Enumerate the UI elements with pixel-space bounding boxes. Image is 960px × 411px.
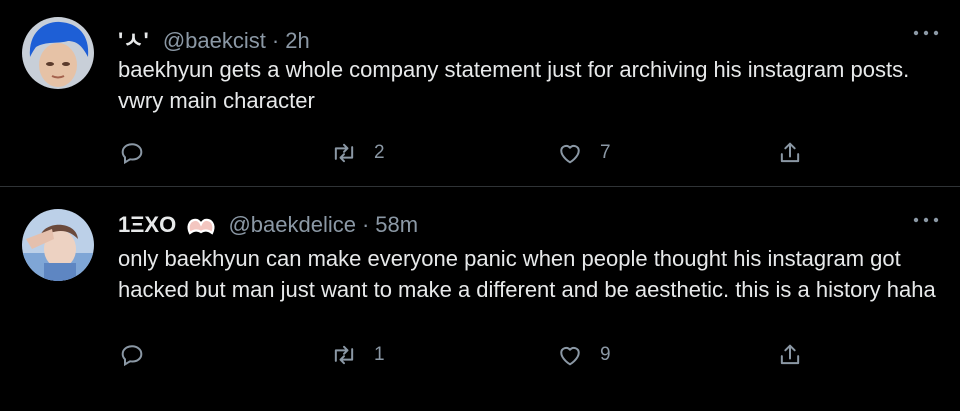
display-name[interactable]: 'ㅅ' [118, 28, 149, 53]
avatar[interactable] [22, 17, 94, 89]
retweet-icon [334, 143, 354, 163]
like-count: 9 [600, 344, 611, 365]
heart-icon [560, 144, 580, 164]
tweet[interactable]: 'ㅅ' @baekcist · 2h baekhyun gets a whole c… [0, 0, 960, 186]
tweet-header: 'ㅅ' @baekcist · 2h [118, 23, 310, 55]
tweet-actions: 1 9 [118, 340, 818, 370]
tweet-actions: 2 7 [118, 138, 818, 168]
heart-icon [560, 346, 580, 366]
handle[interactable]: @baekcist [163, 28, 266, 53]
retweet-button[interactable]: 2 [330, 138, 385, 168]
heart-hands-emoji-icon [187, 218, 215, 235]
like-count: 7 [600, 142, 611, 163]
reply-icon [121, 143, 143, 165]
share-button[interactable] [776, 138, 804, 168]
like-button[interactable]: 9 [556, 340, 611, 370]
tweet-text: only baekhyun can make everyone panic wh… [118, 246, 936, 302]
reply-button[interactable] [118, 340, 146, 370]
share-button[interactable] [776, 340, 804, 370]
handle[interactable]: @baekdelice [228, 212, 356, 237]
separator: · [271, 28, 280, 53]
tweet[interactable]: 1ΞXO @baekdelice · 58m only baekhyun can m… [0, 186, 960, 411]
reply-icon [121, 345, 143, 367]
more-options-icon[interactable] [912, 213, 940, 227]
like-button[interactable]: 7 [556, 138, 611, 168]
more-options-icon[interactable] [912, 26, 940, 40]
tweet-header: 1ΞXO @baekdelice · 58m [118, 212, 418, 238]
retweet-count: 1 [374, 344, 385, 365]
timestamp[interactable]: 58m [375, 212, 418, 237]
reply-button[interactable] [118, 138, 146, 168]
display-name[interactable]: 1ΞXO [118, 212, 176, 237]
share-icon [780, 344, 800, 365]
retweet-button[interactable]: 1 [330, 340, 385, 370]
separator: · [361, 212, 370, 237]
retweet-count: 2 [374, 142, 385, 163]
retweet-icon [334, 345, 354, 365]
share-icon [780, 142, 800, 163]
tweet-text: baekhyun gets a whole company statement … [118, 57, 910, 113]
timestamp[interactable]: 2h [285, 28, 309, 53]
avatar[interactable] [22, 209, 94, 281]
